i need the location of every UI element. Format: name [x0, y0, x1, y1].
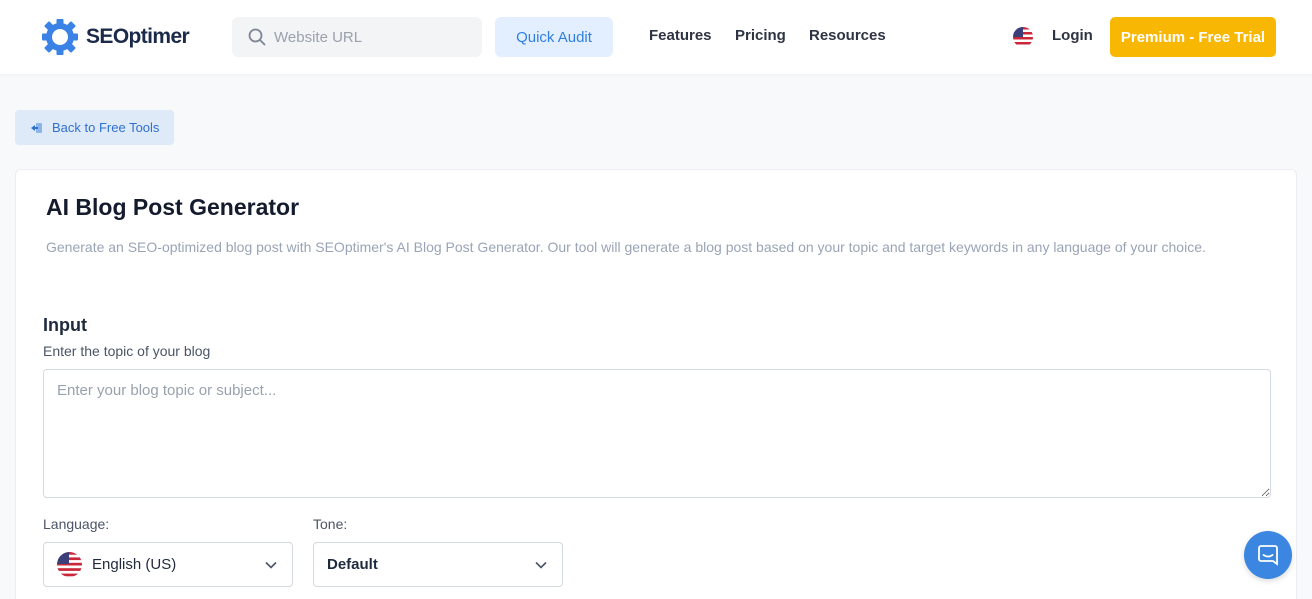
- website-url-input[interactable]: [274, 28, 474, 46]
- gear-logo-icon: [42, 19, 78, 55]
- login-link[interactable]: Login: [1052, 27, 1093, 44]
- tone-select[interactable]: Default: [313, 542, 563, 587]
- tone-value: Default: [327, 556, 378, 573]
- website-url-search: [232, 17, 482, 57]
- nav-pricing[interactable]: Pricing: [735, 27, 786, 44]
- chevron-down-icon: [265, 561, 277, 569]
- chat-icon: [1258, 545, 1278, 566]
- back-to-free-tools-button[interactable]: Back to Free Tools: [15, 110, 174, 145]
- page-title: AI Blog Post Generator: [46, 194, 300, 220]
- top-navbar: SEOptimer Quick Audit Features Pricing R…: [0, 0, 1312, 74]
- chevron-down-icon: [535, 561, 547, 569]
- us-flag-icon: [57, 552, 82, 577]
- quick-audit-button[interactable]: Quick Audit: [495, 17, 613, 57]
- premium-free-trial-button[interactable]: Premium - Free Trial: [1110, 17, 1276, 57]
- back-to-free-tools-label: Back to Free Tools: [52, 120, 160, 135]
- language-select[interactable]: English (US): [43, 542, 293, 587]
- topic-label: Enter the topic of your blog: [43, 343, 211, 359]
- back-arrow-icon: [31, 122, 42, 133]
- search-icon: [248, 28, 266, 46]
- language-label: Language:: [43, 516, 110, 532]
- nav-resources[interactable]: Resources: [809, 27, 886, 44]
- input-section-heading: Input: [43, 315, 87, 335]
- nav-features[interactable]: Features: [649, 27, 712, 44]
- generator-card: AI Blog Post Generator Generate an SEO-o…: [15, 169, 1297, 599]
- brand-logo[interactable]: SEOptimer: [40, 16, 190, 58]
- brand-name: SEOptimer: [86, 25, 190, 48]
- us-flag-icon[interactable]: [1013, 27, 1033, 47]
- blog-topic-textarea[interactable]: [43, 369, 1271, 498]
- language-value: English (US): [92, 556, 177, 573]
- chat-launcher-button[interactable]: [1244, 531, 1292, 579]
- tone-label: Tone:: [313, 516, 348, 532]
- page-description: Generate an SEO-optimized blog post with…: [46, 239, 1206, 255]
